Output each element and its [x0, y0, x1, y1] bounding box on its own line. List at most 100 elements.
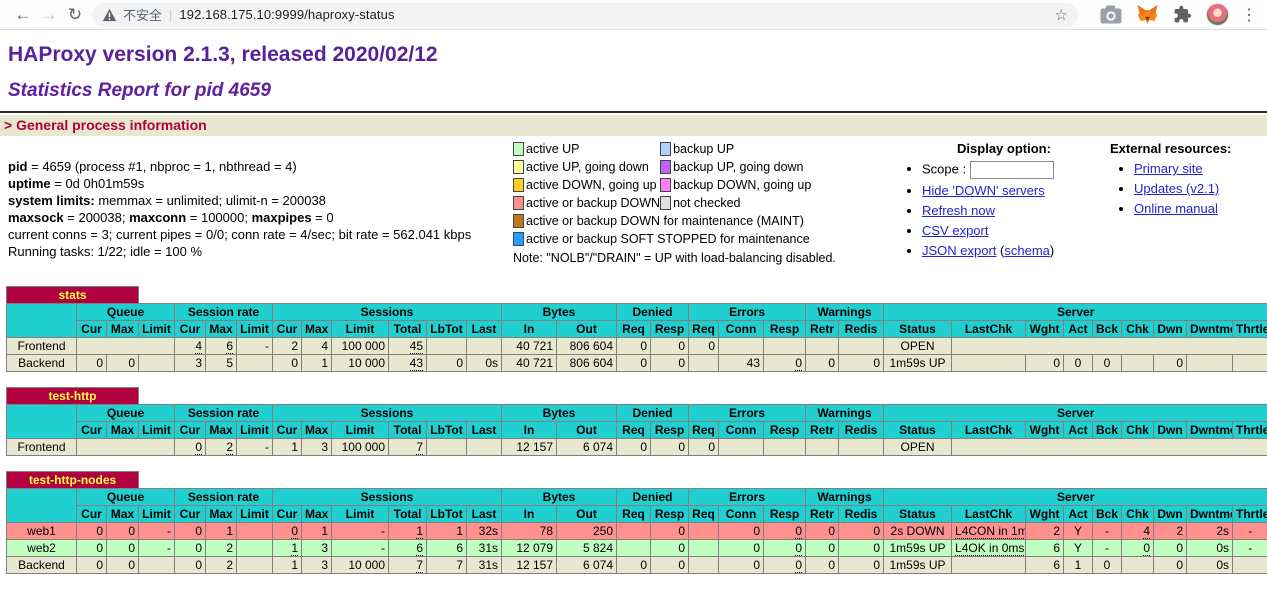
column-header: In	[502, 321, 557, 338]
column-header: Total	[389, 506, 427, 523]
corner-header	[7, 489, 77, 523]
cell: 0	[806, 523, 839, 540]
cell	[952, 338, 1267, 355]
cell: -	[1093, 540, 1122, 557]
column-group-row: QueueSession rateSessionsBytesDeniedErro…	[7, 489, 1267, 506]
column-header: Max	[107, 422, 139, 439]
back-icon[interactable]: ←	[10, 5, 36, 25]
proxy-name-link[interactable]: test-http-nodes	[29, 473, 116, 487]
column-header: Dwntme	[1187, 506, 1233, 523]
reload-icon[interactable]: ↻	[62, 5, 88, 25]
external-resource-link[interactable]: Updates (v2.1)	[1134, 181, 1219, 196]
column-header: Limit	[332, 422, 389, 439]
tooltip-value: 1	[416, 524, 423, 539]
system-limits-value: memmax = unlimited; ulimit-n = 200038	[95, 193, 326, 208]
cell	[1122, 557, 1154, 574]
proxy-name-link[interactable]: stats	[58, 288, 86, 302]
cell: 0	[806, 540, 839, 557]
cell: -	[139, 540, 175, 557]
cell: 2	[206, 540, 237, 557]
cell: 100 000	[332, 338, 389, 355]
column-header: Cur	[175, 321, 206, 338]
legend-label: backup UP	[673, 142, 734, 156]
cell: 0	[77, 540, 107, 557]
cell: 0	[719, 540, 764, 557]
cell	[139, 355, 175, 372]
divider	[0, 111, 1267, 113]
external-resource-link[interactable]: Primary site	[1134, 161, 1203, 176]
cell: 0	[764, 355, 806, 372]
cell: 100 000	[332, 439, 389, 456]
column-header: Dwntme	[1187, 321, 1233, 338]
legend-color-swatch	[513, 142, 524, 156]
column-header: Cur	[77, 321, 107, 338]
row-name: Backend	[7, 557, 77, 574]
schema-link[interactable]: schema	[1004, 243, 1050, 258]
profile-avatar[interactable]	[1206, 3, 1229, 26]
column-group-header: Server	[884, 304, 1267, 321]
column-header: Max	[206, 506, 237, 523]
cell	[77, 439, 175, 456]
cell: 1m59s UP	[884, 355, 952, 372]
cell	[764, 439, 806, 456]
cell: 4	[175, 338, 206, 355]
scope-input[interactable]	[970, 161, 1054, 179]
cell: 1	[273, 540, 302, 557]
cell: 0	[651, 540, 689, 557]
address-bar[interactable]: 不安全 | 192.168.175.10:9999/haproxy-status…	[92, 3, 1078, 27]
status-legend: active UPbackup UPactive UP, going downb…	[513, 138, 898, 265]
screenshot-camera-icon[interactable]	[1100, 5, 1122, 24]
cell: 0	[764, 540, 806, 557]
column-group-header: Errors	[689, 489, 806, 506]
bookmark-star-icon[interactable]: ☆	[1055, 6, 1068, 24]
extensions-puzzle-icon[interactable]	[1173, 5, 1192, 24]
tooltip-value: 0	[291, 524, 298, 539]
column-header: Max	[107, 321, 139, 338]
display-option-link[interactable]: Hide 'DOWN' servers	[922, 183, 1045, 198]
column-header: Last	[467, 321, 502, 338]
display-option-link[interactable]: JSON export	[922, 243, 996, 258]
column-header: Req	[689, 321, 719, 338]
forward-icon[interactable]: →	[36, 5, 62, 25]
legend-item: active or backup DOWN	[513, 195, 660, 213]
display-option-link[interactable]: CSV export	[922, 223, 988, 238]
proxy-name-link[interactable]: test-http	[49, 389, 97, 403]
browser-menu-icon[interactable]: ⋮	[1241, 5, 1257, 25]
display-options: Display option: Scope : Hide 'DOWN' serv…	[898, 138, 1110, 265]
cell	[617, 540, 651, 557]
legend-item: backup UP, going down	[660, 159, 811, 177]
cell: 0	[617, 557, 651, 574]
cell	[952, 439, 1267, 456]
external-resource-link[interactable]: Online manual	[1134, 201, 1218, 216]
cell: 1	[427, 523, 467, 540]
column-header: Req	[689, 422, 719, 439]
proxy-name: stats	[7, 287, 139, 304]
legend-row: active DOWN, going upbackup DOWN, going …	[513, 177, 811, 195]
cell: 7	[389, 439, 427, 456]
cell: -	[139, 523, 175, 540]
legend-color-swatch	[513, 196, 524, 210]
page-title[interactable]: HAProxy version 2.1.3, released 2020/02/…	[8, 43, 1267, 67]
column-group-header: Bytes	[502, 304, 617, 321]
cell: 0s	[1187, 540, 1233, 557]
column-header: In	[502, 422, 557, 439]
cell: 78	[502, 523, 557, 540]
column-header: Dwntme	[1187, 422, 1233, 439]
cell: 0	[839, 523, 884, 540]
cell: 43	[389, 355, 427, 372]
cell	[237, 557, 273, 574]
proxy-section-stats: statsQueueSession rateSessionsBytesDenie…	[6, 286, 1267, 372]
row-name: Frontend	[7, 338, 77, 355]
column-header: LastChk	[952, 321, 1026, 338]
column-header: LbTot	[427, 422, 467, 439]
cell: 250	[557, 523, 617, 540]
cell: 1	[302, 523, 332, 540]
column-header: LbTot	[427, 321, 467, 338]
tooltip-value: L4CON in 1ms	[955, 524, 1026, 539]
column-header: Dwn	[1154, 506, 1187, 523]
external-resource-item: Updates (v2.1)	[1134, 181, 1267, 197]
display-option-link[interactable]: Refresh now	[922, 203, 995, 218]
column-header: Conn	[719, 506, 764, 523]
metamask-fox-icon[interactable]	[1136, 4, 1159, 25]
cell	[237, 355, 273, 372]
